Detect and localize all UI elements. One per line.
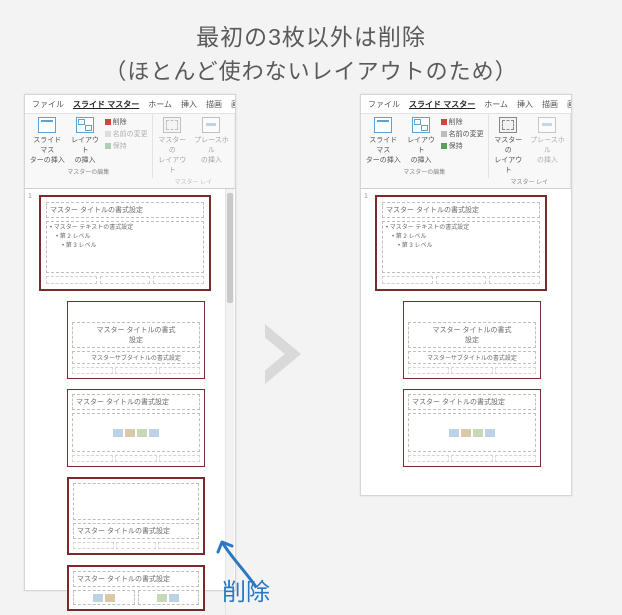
layout-title: マスター タイトルの書式 設定 [72,322,200,348]
preserve-button[interactable]: 保持 [441,141,484,151]
master-index: 1 [364,193,368,200]
delete-icon [105,119,111,125]
layout-thumbnail[interactable]: マスター タイトルの書式設定 [403,389,541,467]
master-title-placeholder: マスター タイトルの書式設定 [382,202,540,218]
layout-icon [76,117,94,133]
delete-button[interactable]: 削除 [441,117,484,127]
comparison-area: ファイル スライド マスター ホーム 挿入 描画 画面 スライド マス ターの挿… [0,94,622,614]
insert-placeholder-button[interactable]: プレースホル の挿入 [193,117,230,165]
insert-layout-button[interactable]: レイアウト の挿入 [407,117,436,165]
layout-thumbnail-selected[interactable]: マスター タイトルの書式設定 [67,477,205,555]
menu-file[interactable]: ファイル [32,99,64,110]
layout-thumbnail[interactable]: マスター タイトルの書式 設定 マスターサブタイトルの書式設定 [67,301,205,379]
layout-title: マスター タイトルの書式設定 [73,523,199,539]
ribbon-group-edit-master: スライド マス ターの挿入 レイアウト の挿入 削除 名前の変更 保持 マスター… [361,114,489,178]
ribbon-group-edit-master: スライド マス ターの挿入 レイアウト の挿入 削除 名前の変更 保持 マスター… [25,114,153,178]
rename-icon [105,131,111,137]
master-layout-button[interactable]: マスターの レイアウト [493,117,524,175]
rename-icon [441,131,447,137]
thumbnail-pane[interactable]: 1 マスター タイトルの書式設定 • マスター テキストの書式設定 • 第 2 … [25,189,235,615]
ribbon-group-master-layout: マスターの レイアウト プレースホル の挿入 マスター レイ [489,114,571,188]
ribbon-group-caption: マスター レイ [510,177,548,186]
layout-title: マスター タイトルの書式設定 [73,571,199,587]
annotation-delete-label: 削除 [222,572,270,607]
layout-subtitle: マスターサブタイトルの書式設定 [408,351,536,364]
rename-button[interactable]: 名前の変更 [441,129,484,139]
slide-master-thumbnail[interactable]: マスター タイトルの書式設定 • マスター テキストの書式設定 • 第 2 レベ… [375,195,547,291]
master-layout-button[interactable]: マスターの レイアウト [157,117,188,175]
layout-thumbnail[interactable]: マスター タイトルの書式 設定 マスターサブタイトルの書式設定 [403,301,541,379]
delete-button[interactable]: 削除 [105,117,148,127]
slide-icon [38,117,56,133]
master-body-placeholder: • マスター テキストの書式設定 • 第 2 レベル • 第 3 レベル [46,221,204,273]
menu-bar: ファイル スライド マスター ホーム 挿入 描画 画面 [25,95,235,114]
ribbon-group-caption: マスターの編集 [67,167,109,176]
delete-icon [441,119,447,125]
preserve-button[interactable]: 保持 [105,141,148,151]
rename-button[interactable]: 名前の変更 [105,129,148,139]
ribbon-group-master-layout: マスターの レイアウト プレースホル の挿入 マスター レイ [153,114,235,188]
insert-slide-master-button[interactable]: スライド マス ターの挿入 [365,117,402,165]
insert-placeholder-button[interactable]: プレースホル の挿入 [529,117,566,165]
layout-icon [412,117,430,133]
before-panel: ファイル スライド マスター ホーム 挿入 描画 画面 スライド マス ターの挿… [24,94,236,591]
scrollbar[interactable] [225,189,234,615]
ribbon-group-caption: マスターの編集 [403,167,445,176]
slide-master-thumbnail[interactable]: マスター タイトルの書式設定 • マスター テキストの書式設定 • 第 2 レベ… [39,195,211,291]
ribbon: スライド マス ターの挿入 レイアウト の挿入 削除 名前の変更 保持 マスター… [25,114,235,189]
thumbnail-pane[interactable]: 1 マスター タイトルの書式設定 • マスター テキストの書式設定 • 第 2 … [361,189,571,521]
menu-home[interactable]: ホーム [484,99,508,110]
menu-home[interactable]: ホーム [148,99,172,110]
transition-arrow-icon [265,324,301,384]
menu-draw[interactable]: 描画 [206,99,222,110]
scrollbar-thumb[interactable] [227,193,233,303]
layout-content [72,413,200,452]
master-icon [499,117,517,133]
after-panel: ファイル スライド マスター ホーム 挿入 描画 画面 スライド マス ターの挿… [360,94,572,496]
layout-content [408,413,536,452]
heading-line-2: （ほとんど使わないレイアウトのため） [10,54,612,86]
master-body-placeholder: • マスター テキストの書式設定 • 第 2 レベル • 第 3 レベル [382,221,540,273]
preserve-icon [105,143,111,149]
ribbon-group-caption: マスター レイ [174,177,212,186]
insert-slide-master-button[interactable]: スライド マス ターの挿入 [29,117,66,165]
menu-insert[interactable]: 挿入 [181,99,197,110]
master-index: 1 [28,193,32,200]
ribbon: スライド マス ターの挿入 レイアウト の挿入 削除 名前の変更 保持 マスター… [361,114,571,189]
placeholder-icon [538,117,556,133]
menu-file[interactable]: ファイル [368,99,400,110]
layout-thumbnail[interactable]: マスター タイトルの書式設定 [67,389,205,467]
instruction-heading: 最初の3枚以外は削除 （ほとんど使わないレイアウトのため） [0,0,622,94]
layout-subtitle: マスターサブタイトルの書式設定 [72,351,200,364]
master-title-placeholder: マスター タイトルの書式設定 [46,202,204,218]
menu-slide-master[interactable]: スライド マスター [73,99,139,110]
layout-thumbnail-selected[interactable]: マスター タイトルの書式設定 [67,565,205,611]
master-icon [163,117,181,133]
placeholder-icon [202,117,220,133]
heading-line-1: 最初の3枚以外は削除 [10,18,612,52]
menu-view[interactable]: 画面 [567,99,571,110]
preserve-icon [441,143,447,149]
layout-title: マスター タイトルの書式設定 [72,394,200,410]
layout-title: マスター タイトルの書式 設定 [408,322,536,348]
insert-layout-button[interactable]: レイアウト の挿入 [71,117,100,165]
menu-view[interactable]: 画面 [231,99,235,110]
menu-slide-master[interactable]: スライド マスター [409,99,475,110]
menu-insert[interactable]: 挿入 [517,99,533,110]
menu-bar: ファイル スライド マスター ホーム 挿入 描画 画面 [361,95,571,114]
menu-draw[interactable]: 描画 [542,99,558,110]
layout-title: マスター タイトルの書式設定 [408,394,536,410]
slide-icon [374,117,392,133]
